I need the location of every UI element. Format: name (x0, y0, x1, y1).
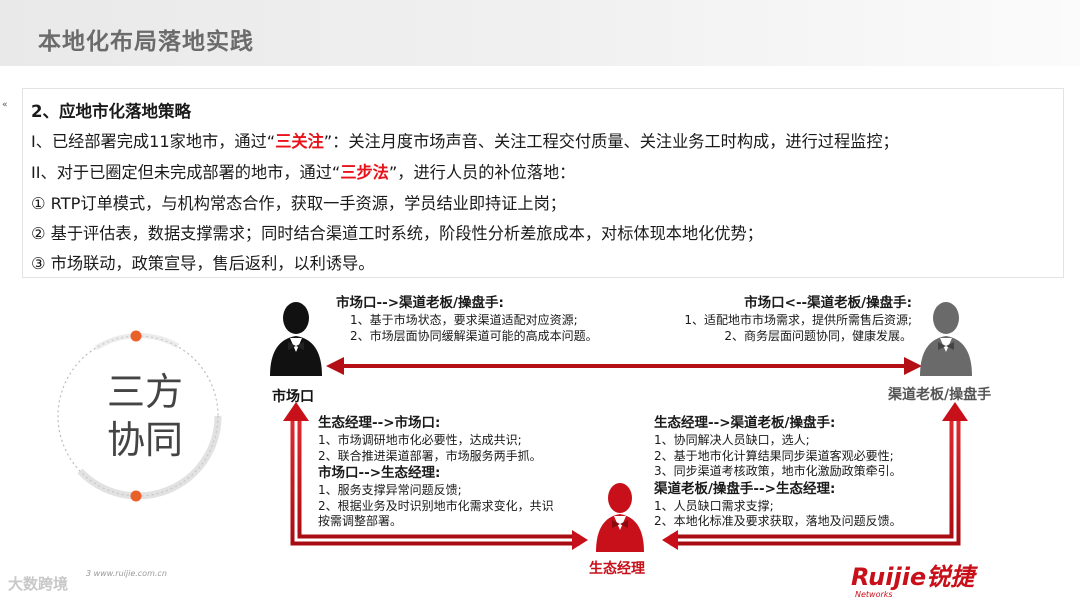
person-icon-channel (920, 302, 972, 376)
person-icon-market (270, 302, 322, 376)
watermark: 大数跨境 (8, 575, 69, 593)
brand-logo-text: Ruijie锐捷 (851, 563, 975, 591)
block-channel-to-market: 市场口<--渠道老板/操盘手: 1、适配地市市场需求，提供所需售后资源; 2、商… (684, 295, 912, 343)
block-eco-channel: 生态经理-->渠道老板/操盘手: 1、协同解决人员缺口，选人; 2、基于地市化计… (654, 415, 902, 528)
brand-logo: Ruijie锐捷 Networks (851, 564, 974, 599)
actor-label-market: 市场口 (272, 389, 314, 405)
brand-logo-sub: Networks (855, 590, 893, 599)
circle-dot-top (130, 330, 142, 342)
person-icon-eco (596, 483, 644, 552)
block-market-to-channel: 市场口-->渠道老板/操盘手: 1、基于市场状态，要求渠道适配对应资源; 2、市… (336, 295, 598, 343)
actor-label-eco: 生态经理 (589, 561, 645, 577)
center-label: 三方 协同 (106, 370, 183, 462)
footer-url: 3 www.ruijie.com.cn (86, 569, 167, 578)
arrow-market-channel (326, 357, 922, 375)
circle-dot-bottom (130, 490, 142, 502)
actor-label-channel: 渠道老板/操盘手 (888, 387, 992, 403)
block-eco-market: 生态经理-->市场口: 1、市场调研地市化必要性，达成共识; 2、联合推进渠道部… (318, 415, 554, 528)
